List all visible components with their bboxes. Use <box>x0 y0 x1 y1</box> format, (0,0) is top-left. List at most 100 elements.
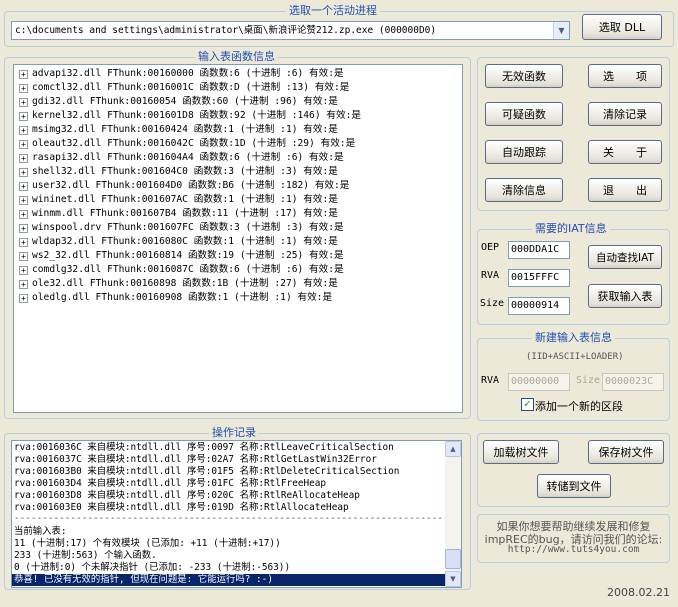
expand-icon[interactable]: + <box>19 70 28 79</box>
import-tree-item[interactable]: + wldap32.dll FThunk:0016080C 函数数:1 (十进制 … <box>14 235 462 249</box>
import-tree-item[interactable]: + comdlg32.dll FThunk:0016087C 函数数:6 (十进制… <box>14 263 462 277</box>
scroll-thumb[interactable] <box>445 549 461 569</box>
log-summary-row[interactable]: 0 (十进制:0) 个未解决指针 (已添加: -233 (十进制:-563)) <box>12 562 446 574</box>
expand-icon[interactable]: + <box>19 84 28 93</box>
suspect-funcs-button[interactable]: 可疑函数 <box>485 102 563 126</box>
import-tree-item-label: ole32.dll FThunk:00160898 函数数:1B (十进制 :2… <box>32 278 338 289</box>
size-label: Size <box>480 298 505 309</box>
log-list[interactable]: rva:0016036C 来自模块:ntdll.dll 序号:0097 名称:R… <box>11 440 462 588</box>
save-tree-button[interactable]: 保存树文件 <box>588 440 664 464</box>
expand-icon[interactable]: + <box>19 210 28 219</box>
clear-info-button[interactable]: 清除信息 <box>485 178 563 202</box>
import-tree-item-label: ws2_32.dll FThunk:00160814 函数数:19 (十进制 :… <box>32 250 344 261</box>
expand-icon[interactable]: + <box>19 238 28 247</box>
import-tree-item[interactable]: + ws2_32.dll FThunk:00160814 函数数:19 (十进制 … <box>14 249 462 263</box>
exit-button[interactable]: 退 出 <box>588 178 662 202</box>
log-summary-row[interactable]: 11 (十进制:17) 个有效模块 (已添加: +11 (十进制:+17)) <box>12 538 446 550</box>
log-separator: ----------------------------------------… <box>14 513 446 524</box>
import-tree[interactable]: + advapi32.dll FThunk:00160000 函数数:6 (十进制… <box>13 64 463 413</box>
new-import-subtitle: (IID+ASCII+LOADER) <box>526 352 624 362</box>
import-tree-item[interactable]: + rasapi32.dll FThunk:001604A4 函数数:6 (十进制… <box>14 151 462 165</box>
oep-field[interactable]: 000DDA1C <box>508 241 570 259</box>
expand-icon[interactable]: + <box>19 98 28 107</box>
expand-icon[interactable]: + <box>19 224 28 233</box>
import-tree-item[interactable]: + kernel32.dll FThunk:001601D8 函数数:92 (十进… <box>14 109 462 123</box>
log-row[interactable]: rva:001603D8 来自模块:ntdll.dll 序号:020C 名称:R… <box>12 490 446 502</box>
process-dropdown[interactable]: c:\documents and settings\administrator\… <box>11 21 570 40</box>
import-tree-item[interactable]: + winmm.dll FThunk:001607B4 函数数:11 (十进制 :… <box>14 207 462 221</box>
expand-icon[interactable]: + <box>19 252 28 261</box>
import-tree-item[interactable]: + oledlg.dll FThunk:00160908 函数数:1 (十进制 :… <box>14 291 462 305</box>
import-tree-item[interactable]: + user32.dll FThunk:001604D0 函数数:B6 (十进制 … <box>14 179 462 193</box>
expand-icon[interactable]: + <box>19 294 28 303</box>
expand-icon[interactable]: + <box>19 168 28 177</box>
log-group-title: 操作记录 <box>209 426 259 440</box>
log-row[interactable]: rva:0016037C 来自模块:ntdll.dll 序号:02A7 名称:R… <box>12 454 446 466</box>
import-tree-item-label: winmm.dll FThunk:001607B4 函数数:11 (十进制 :1… <box>32 208 338 219</box>
expand-icon[interactable]: + <box>19 126 28 135</box>
expand-icon[interactable]: + <box>19 266 28 275</box>
rva-label: RVA <box>481 270 500 281</box>
log-summary-title: 当前输入表: <box>14 526 67 537</box>
log-highlight-row[interactable]: 恭喜! 已没有无效的指针, 但现在问题是: 它能运行吗? :-) <box>12 574 446 586</box>
import-tree-item[interactable]: + advapi32.dll FThunk:00160000 函数数:6 (十进制… <box>14 67 462 81</box>
rva-field[interactable]: 0015FFFC <box>508 269 570 287</box>
log-row[interactable]: rva:001603D4 来自模块:ntdll.dll 序号:01FC 名称:R… <box>12 478 446 490</box>
scroll-down-icon[interactable]: ▼ <box>445 571 461 587</box>
date-label: 2008.02.21 <box>607 586 670 599</box>
expand-icon[interactable]: + <box>19 280 28 289</box>
import-tree-item-label: user32.dll FThunk:001604D0 函数数:B6 (十进制 :… <box>32 180 350 191</box>
about-button[interactable]: 关 于 <box>588 140 662 164</box>
import-tree-item[interactable]: + shell32.dll FThunk:001604C0 函数数:3 (十进制 … <box>14 165 462 179</box>
expand-icon[interactable]: + <box>19 182 28 191</box>
import-tree-item-label: wininet.dll FThunk:001607AC 函数数:1 (十进制 :… <box>32 194 338 205</box>
import-tree-item-label: oleaut32.dll FThunk:0016042C 函数数:1D (十进制… <box>32 138 356 149</box>
log-summary-row[interactable]: 233 (十进制:563) 个输入函数. <box>12 550 446 562</box>
new-rva-label: RVA <box>481 375 500 386</box>
new-import-group-title: 新建输入表信息 <box>532 331 615 345</box>
scroll-up-icon[interactable]: ▲ <box>445 441 461 457</box>
expand-icon[interactable]: + <box>19 140 28 149</box>
expand-icon[interactable]: + <box>19 112 28 121</box>
import-tree-item[interactable]: + oleaut32.dll FThunk:0016042C 函数数:1D (十进… <box>14 137 462 151</box>
import-group-title: 输入表函数信息 <box>195 50 278 64</box>
process-dropdown-value: c:\documents and settings\administrator\… <box>15 25 437 36</box>
iat-group: 需要的IAT信息 <box>477 222 670 325</box>
process-group-title: 选取一个活动进程 <box>286 4 380 18</box>
import-tree-item[interactable]: + winspool.drv FThunk:001607FC 函数数:3 (十进制… <box>14 221 462 235</box>
import-tree-item[interactable]: + gdi32.dll FThunk:00160054 函数数:60 (十进制 :… <box>14 95 462 109</box>
new-size-field[interactable]: 0000023C <box>602 373 664 391</box>
new-rva-field[interactable]: 00000000 <box>508 373 570 391</box>
import-tree-item-label: oledlg.dll FThunk:00160908 函数数:1 (十进制 :1… <box>32 292 333 303</box>
chevron-down-icon[interactable]: ▼ <box>553 22 569 39</box>
get-imports-button[interactable]: 获取输入表 <box>588 284 662 308</box>
import-tree-item-label: gdi32.dll FThunk:00160054 函数数:60 (十进制 :9… <box>32 96 338 107</box>
import-tree-item[interactable]: + ole32.dll FThunk:00160898 函数数:1B (十进制 :… <box>14 277 462 291</box>
log-row[interactable]: rva:0016036C 来自模块:ntdll.dll 序号:0097 名称:R… <box>12 442 446 454</box>
import-tree-item-label: wldap32.dll FThunk:0016080C 函数数:1 (十进制 :… <box>32 236 338 247</box>
log-row[interactable]: rva:001603B0 来自模块:ntdll.dll 序号:01F5 名称:R… <box>12 466 446 478</box>
log-scrollbar[interactable]: ▲ ▼ <box>445 441 461 587</box>
import-tree-item-label: winspool.drv FThunk:001607FC 函数数:3 (十进制 … <box>32 222 344 233</box>
auto-find-iat-button[interactable]: 自动查找IAT <box>588 245 662 269</box>
add-section-checkbox[interactable]: ✓ <box>521 398 534 411</box>
select-dll-button[interactable]: 选取 DLL <box>582 14 662 40</box>
size-field[interactable]: 00000914 <box>508 297 570 315</box>
options-button[interactable]: 选 项 <box>588 64 662 88</box>
expand-icon[interactable]: + <box>19 196 28 205</box>
import-tree-item-label: shell32.dll FThunk:001604C0 函数数:3 (十进制 :… <box>32 166 338 177</box>
import-tree-item[interactable]: + msimg32.dll FThunk:00160424 函数数:1 (十进制 … <box>14 123 462 137</box>
auto-trace-button[interactable]: 自动跟踪 <box>485 140 563 164</box>
clear-log-button[interactable]: 清除记录 <box>588 102 662 126</box>
import-tree-item-label: rasapi32.dll FThunk:001604A4 函数数:6 (十进制 … <box>32 152 344 163</box>
import-tree-item-label: kernel32.dll FThunk:001601D8 函数数:92 (十进制… <box>32 110 361 121</box>
invalid-funcs-button[interactable]: 无效函数 <box>485 64 563 88</box>
import-tree-item-label: advapi32.dll FThunk:00160000 函数数:6 (十进制 … <box>32 68 344 79</box>
info-url[interactable]: http://www.tuts4you.com <box>477 544 670 555</box>
expand-icon[interactable]: + <box>19 154 28 163</box>
save-to-file-button[interactable]: 转储到文件 <box>537 474 611 498</box>
import-tree-item[interactable]: + wininet.dll FThunk:001607AC 函数数:1 (十进制 … <box>14 193 462 207</box>
iat-group-title: 需要的IAT信息 <box>532 222 610 236</box>
load-tree-button[interactable]: 加载树文件 <box>483 440 559 464</box>
import-tree-item[interactable]: + comctl32.dll FThunk:0016001C 函数数:D (十进制… <box>14 81 462 95</box>
